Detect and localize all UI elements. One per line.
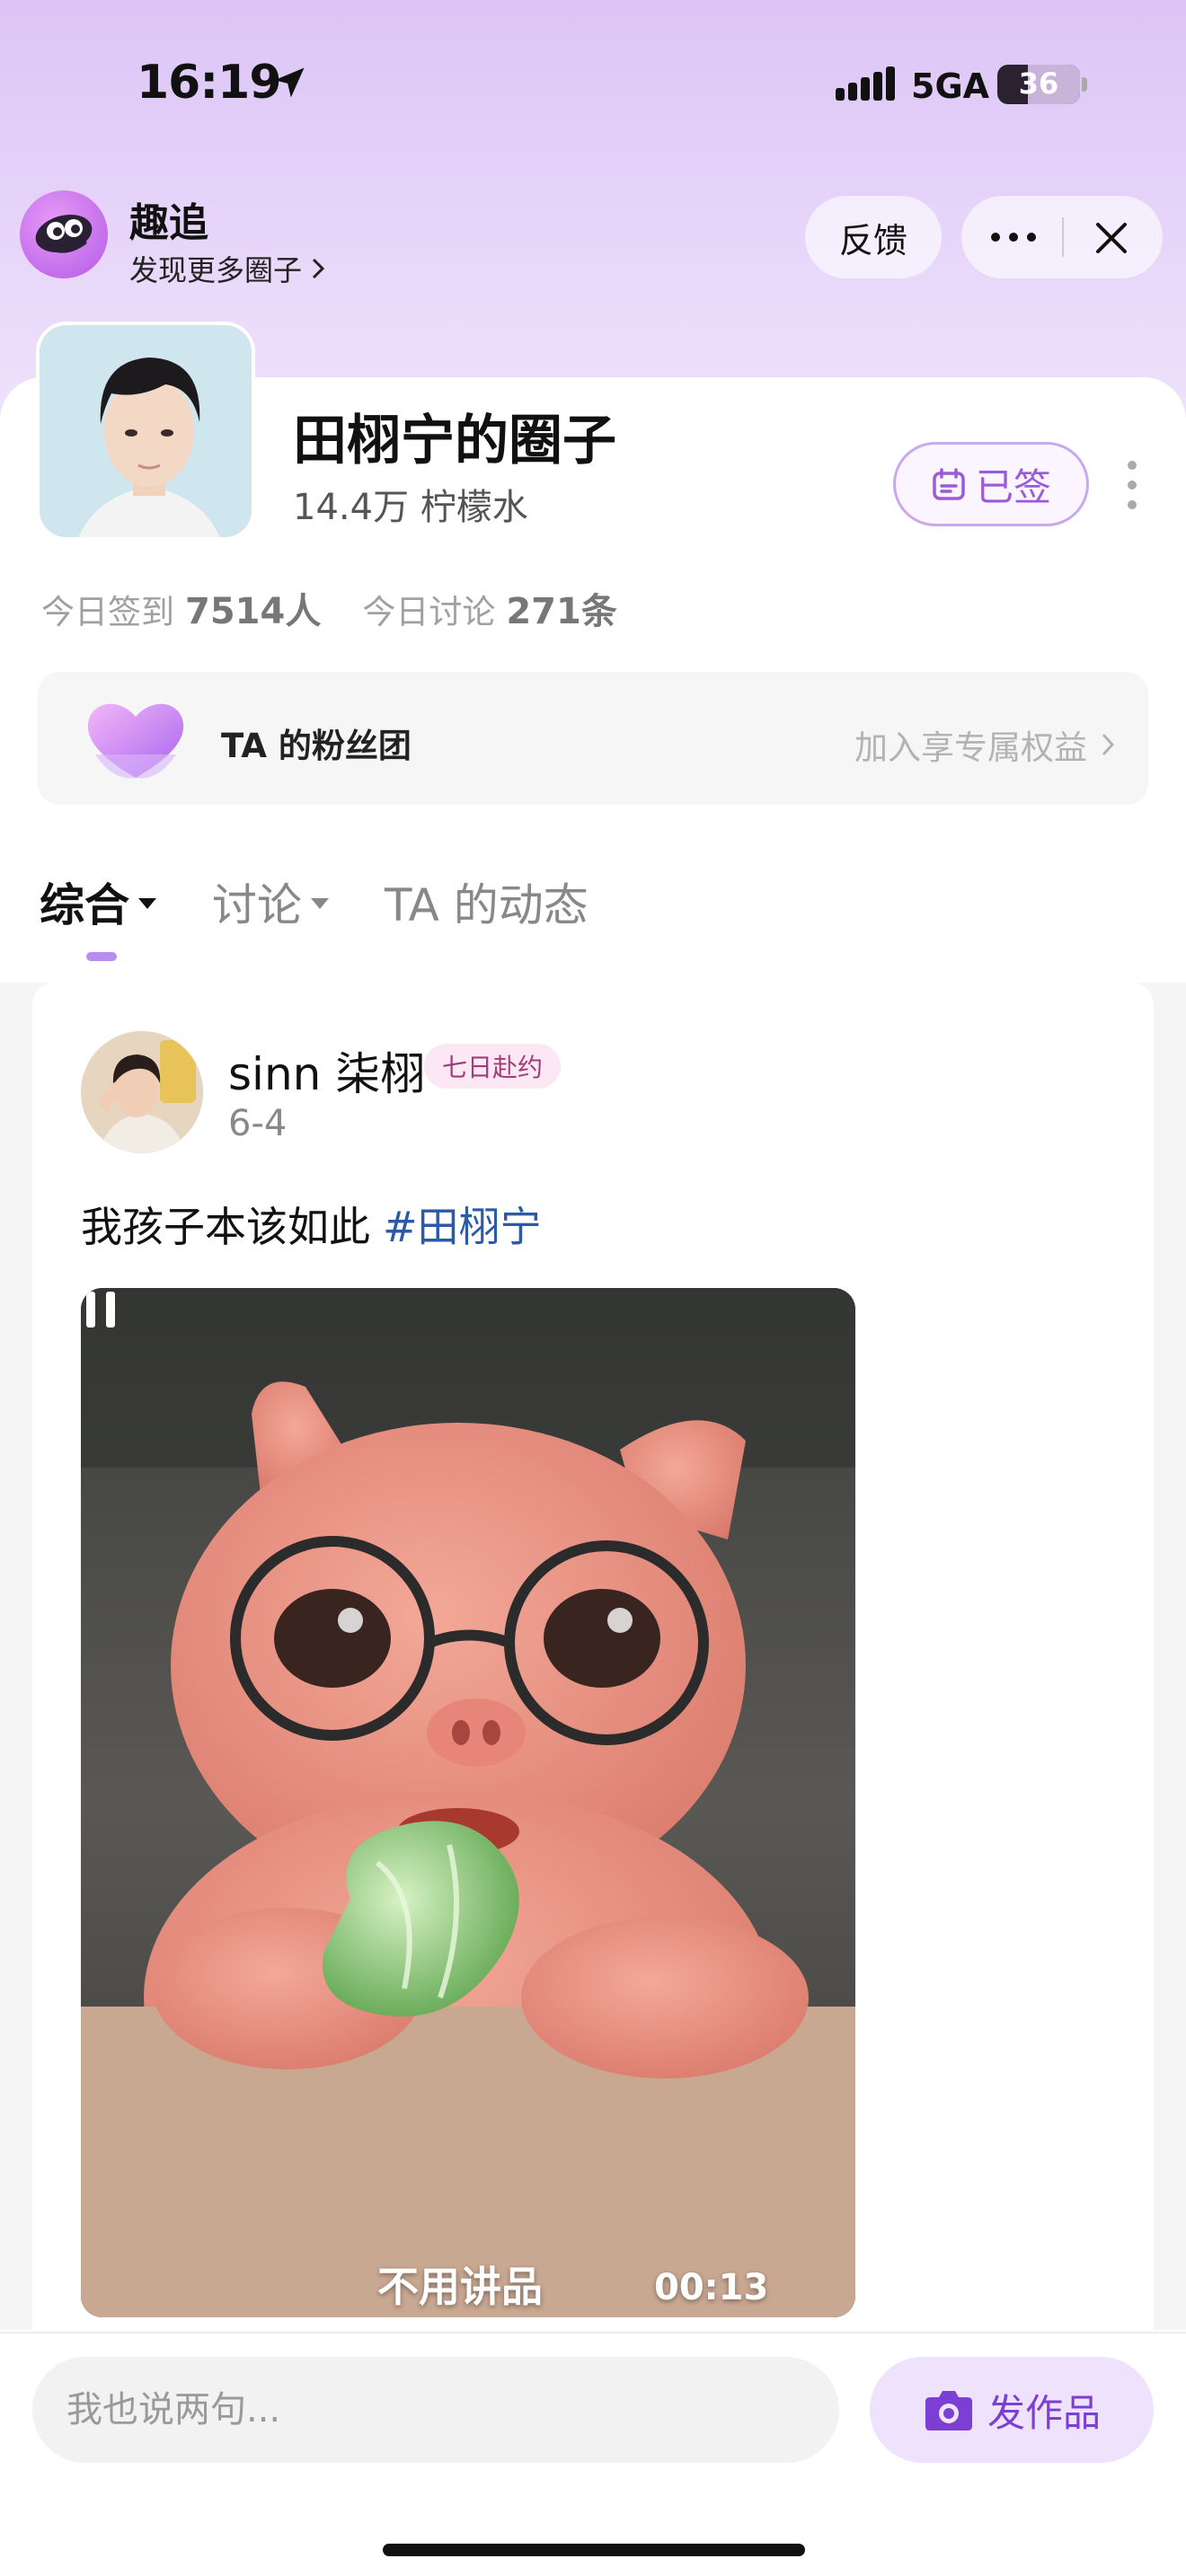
discuss-stat: 今日讨论 271条 [362, 582, 617, 634]
status-time: 16:19 [137, 56, 282, 110]
author-badge: 七日赴约 [424, 1044, 562, 1089]
post-work-label: 发作品 [987, 2390, 1101, 2435]
discover-label: 发现更多圈子 [129, 253, 303, 287]
comment-input[interactable] [32, 2357, 839, 2463]
chevron-right-icon [312, 258, 325, 279]
video-caption: 不用讲品 [377, 2263, 543, 2311]
post-body: 我孩子本该如此 [81, 1203, 370, 1251]
post-video[interactable]: 不用讲品 00:13 [81, 1288, 855, 2317]
tab-bar: 综合 讨论 TA 的动态 [40, 869, 644, 934]
fan-club-label: TA 的粉丝团 [221, 727, 412, 765]
post-date: 6-4 [228, 1103, 288, 1144]
network-type: 5GA [911, 66, 990, 106]
fan-club-bar[interactable]: TA 的粉丝团 加入享专属权益 [38, 672, 1148, 805]
tab-label: TA 的动态 [385, 879, 589, 931]
author-avatar[interactable] [81, 1031, 203, 1153]
post-author-name[interactable]: sinn 柒栩 [228, 1038, 425, 1103]
battery-level: 36 [1018, 66, 1059, 101]
checkin-value: 7514人 [185, 591, 322, 632]
fan-club-join[interactable]: 加入享专属权益 [854, 720, 1116, 769]
more-icon[interactable] [987, 219, 1040, 255]
video-frame [81, 1288, 855, 2317]
tab-label: 综合 [40, 879, 129, 931]
caret-down-icon [311, 898, 329, 909]
video-duration: 00:13 [654, 2267, 769, 2308]
signed-label: 已签 [975, 464, 1051, 509]
close-icon[interactable] [1089, 216, 1134, 260]
cellular-signal-icon [836, 66, 895, 101]
circle-stats: 今日签到 7514人 今日讨论 271条 [41, 582, 617, 634]
active-tab-indicator [86, 952, 117, 961]
bottom-action-bar: 发作品 [0, 2332, 1186, 2576]
discuss-value: 271条 [506, 591, 617, 632]
circle-members: 14.4万 柠檬水 [293, 487, 528, 528]
checkin-signed-button[interactable]: 已签 [893, 442, 1089, 526]
home-indicator [383, 2544, 805, 2556]
circle-title: 田栩宁的圈子 [293, 410, 616, 472]
post-work-button[interactable]: 发作品 [870, 2357, 1154, 2463]
tab-overview[interactable]: 综合 [40, 869, 156, 934]
chevron-right-icon [1102, 733, 1115, 756]
calendar-icon [933, 468, 965, 500]
circle-avatar[interactable] [36, 322, 255, 541]
fan-club-join-label: 加入享专属权益 [854, 728, 1087, 767]
tab-activity[interactable]: TA 的动态 [385, 869, 589, 934]
checkin-stat: 今日签到 7514人 [41, 582, 321, 634]
battery-icon: 36 [997, 65, 1080, 104]
discuss-label: 今日讨论 [362, 593, 496, 631]
miniapp-capsule [961, 196, 1163, 278]
caret-down-icon [138, 898, 156, 909]
status-bar: 16:19 5GA 36 [0, 0, 1186, 171]
vertical-more-icon[interactable] [1125, 458, 1139, 512]
tab-discussion[interactable]: 讨论 [212, 869, 329, 934]
app-name: 趣追 [129, 200, 208, 246]
location-arrow-icon [274, 67, 305, 98]
post-text: 我孩子本该如此 #田栩宁 [81, 1195, 542, 1254]
feedback-button[interactable]: 反馈 [805, 196, 942, 278]
battery-tip [1082, 77, 1087, 92]
pause-icon[interactable] [81, 1288, 120, 1331]
camera-icon [925, 2391, 972, 2430]
tab-label: 讨论 [212, 879, 302, 931]
heart-icon [87, 703, 184, 779]
app-logo[interactable] [20, 190, 108, 278]
capsule-divider [1062, 217, 1064, 257]
discover-more-link[interactable]: 发现更多圈子 [129, 248, 327, 289]
checkin-label: 今日签到 [41, 593, 174, 631]
post-hashtag[interactable]: #田栩宁 [383, 1203, 542, 1251]
